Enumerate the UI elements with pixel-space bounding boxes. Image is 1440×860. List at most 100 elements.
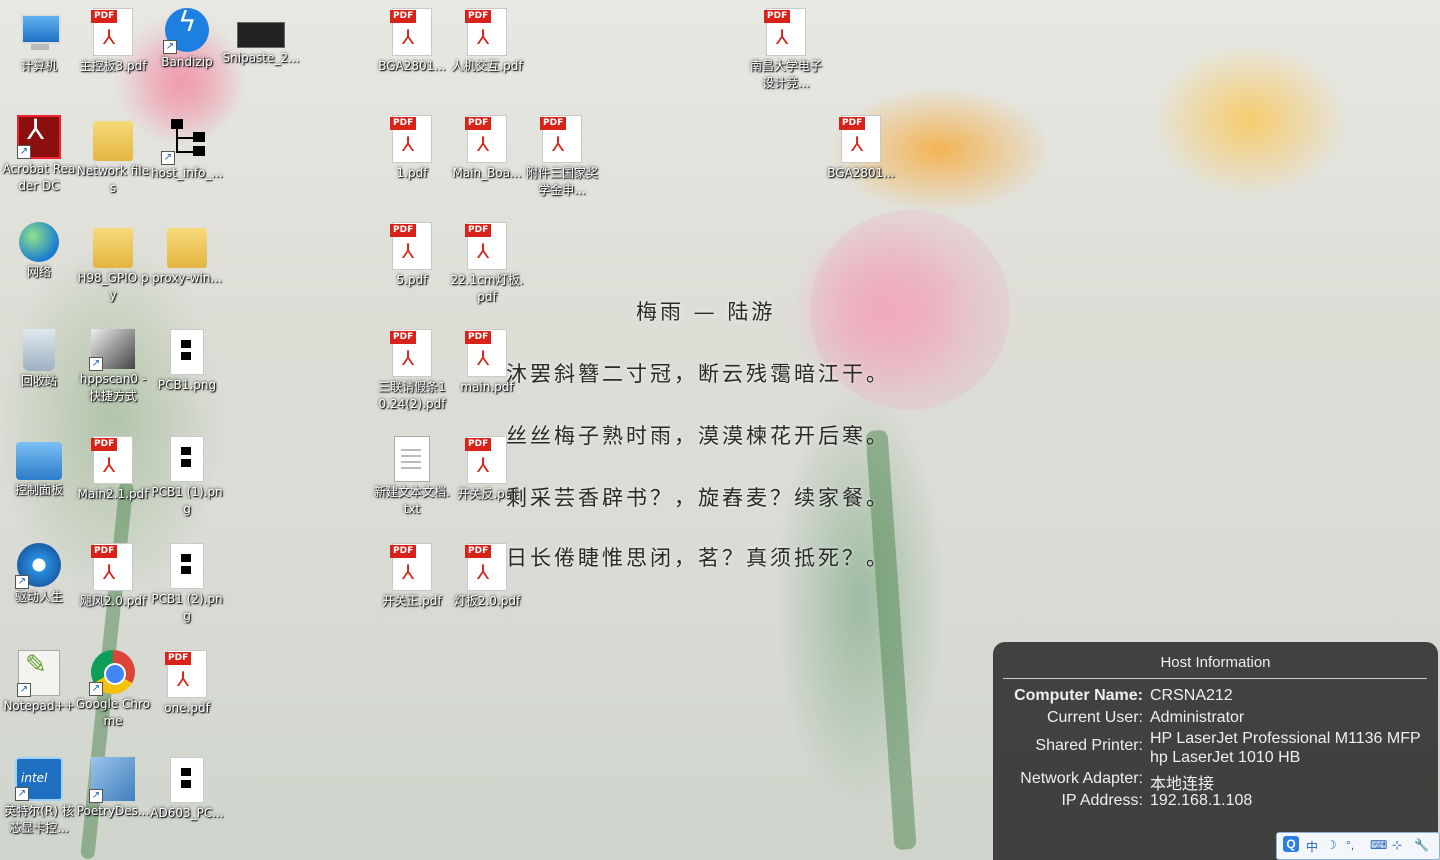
icon-label: one.pdf [164,701,210,715]
pdf-icon: PDF ⅄ [465,436,507,484]
network-adapter-value: 本地连接 [1150,776,1215,793]
ip-address-label: IP Address: [1061,792,1143,809]
desktop-icon-chrome[interactable]: ↗ Google Chrome [74,650,152,730]
tree-diagram-icon: ↗ [161,115,211,165]
keyboard-icon[interactable]: ⌨ [1370,838,1387,852]
icon-label: H98_GPIO py [77,271,149,302]
icon-label: 开关正.pdf [382,594,442,608]
icon-label: 主控板3.pdf [79,59,147,73]
icon-label: 计算机 [20,59,57,73]
icon-label: 飓风2.0.pdf [79,594,147,608]
chrome-icon: ↗ [89,650,135,696]
desktop-icon-pdf[interactable]: PDF ⅄ 人机交互.pdf [448,8,526,75]
desktop-icon-driver-life[interactable]: ↗ 驱动人生 [0,543,78,606]
desktop-icon-png[interactable]: AD603_PC... [148,757,226,822]
desktop-icon-pdf[interactable]: PDF ⅄ BGA2801... [373,8,451,75]
desktop-icon-pdf[interactable]: PDF ⅄ 飓风2.0.pdf [74,543,152,610]
desktop-icon-pdf[interactable]: PDF ⅄ Main2.1.pdf [74,436,152,503]
pdf-icon: PDF ⅄ [390,8,432,56]
icon-label: BGA2801... [827,166,895,180]
desktop-icon-pdf[interactable]: PDF ⅄ BGA2801... [822,115,900,182]
moon-icon[interactable]: ☽ [1326,838,1337,852]
icon-label: 新建文本文档.txt [374,485,450,516]
skin-icon[interactable]: ⊹ [1392,838,1402,852]
icon-label: 人机交互.pdf [451,59,523,73]
icon-label: BGA2801... [378,59,446,73]
desktop-icon-pdf[interactable]: PDF ⅄ 南昌大学电子设计竞... [747,8,825,92]
pdf-icon: PDF ⅄ [465,329,507,377]
pdf-icon: PDF ⅄ [465,543,507,591]
png-file-icon [170,329,204,375]
icon-label: 回收站 [20,374,57,388]
icon-label: 控制面板 [14,483,63,497]
pdf-icon: PDF ⅄ [390,115,432,163]
control-panel-icon [16,442,62,480]
desktop-icon-folder[interactable]: proxy-win... [148,222,226,287]
wrench-icon[interactable]: 🔧 [1414,838,1429,852]
icon-label: Network files [76,164,150,195]
desktop-icon-pdf[interactable]: PDF ⅄ 5.pdf [373,222,451,289]
network-adapter-label: Network Adapter: [1020,770,1143,787]
desktop-icon-computer[interactable]: 计算机 [0,8,78,75]
desktop-icon-acrobat-reader[interactable]: ⅄ ↗ Acrobat Reader DC [0,115,78,195]
computer-name-value: CRSNA212 [1150,687,1233,704]
icon-label: Acrobat Reader DC [2,162,76,193]
icon-label: AD603_PC... [150,806,224,820]
desktop-icon-png[interactable]: PCB1.png [148,329,226,394]
desktop-icon-pdf[interactable]: PDF ⅄ 1.pdf [373,115,451,182]
shared-printer-value: hp LaserJet 1010 HB [1150,749,1301,766]
icon-label: 英特尔(R) 核芯显卡控... [4,804,74,835]
punctuation-icon[interactable]: °, [1346,838,1354,852]
desktop-icon-notepadpp[interactable]: ✎ ↗ Notepad++ [0,650,78,715]
desktop-icon-pdf[interactable]: PDF ⅄ 三联请假条10.24(2).pdf [373,329,451,413]
bandizip-icon: ϟ ↗ [163,8,209,54]
icon-label: 1.pdf [396,166,428,180]
ime-toolbar[interactable]: Q 中 ☽ °, ⌨ ⊹ 🔧 [1276,832,1440,860]
icon-label: 南昌大学电子设计竞... [749,59,822,90]
pdf-icon: PDF ⅄ [91,8,133,56]
desktop-icon-network[interactable]: 网络 [0,222,78,281]
desktop-icon-folder[interactable]: H98_GPIO py [74,222,152,304]
image-thumbnail-icon [237,22,285,48]
computer-icon [15,8,63,56]
icon-label: 网络 [26,265,51,279]
icon-label: Notepad++ [3,699,75,713]
desktop-icon-png[interactable]: PCB1 (2).png [148,543,226,625]
desktop-icon-pdf[interactable]: PDF ⅄ 开关正.pdf [373,543,451,610]
desktop-icon-png[interactable]: PCB1 (1).png [148,436,226,518]
driver-gear-icon: ↗ [15,543,61,589]
desktop-icon-host-info[interactable]: ↗ host_info_... [148,115,226,182]
icon-label: PCB1.png [157,378,217,392]
pdf-icon: PDF ⅄ [390,222,432,270]
desktop-icon-pdf[interactable]: PDF ⅄ Main_Boa... [448,115,526,182]
icon-label: Main2.1.pdf [77,487,149,501]
pdf-icon: PDF ⅄ [540,115,582,163]
icon-label: 灯板2.0.pdf [453,594,521,608]
desktop-icon-hppscan[interactable]: ↗ hppscan0 - 快捷方式 [74,329,152,405]
notepadpp-icon: ✎ ↗ [17,650,60,697]
desktop-icon-folder[interactable]: Network files [74,115,152,197]
ip-address-value: 192.168.1.108 [1150,792,1253,809]
poem-line: 丝丝梅子熟时雨，漠漠楝花开后寒。 [506,424,890,448]
desktop-icon-pdf[interactable]: PDF ⅄ 附件三国家奖学金申... [523,115,601,199]
folder-icon [93,121,133,161]
desktop-icon-poetry[interactable]: ↗ PoetryDes... [74,757,152,820]
current-user-label: Current User: [1046,709,1143,726]
desktop-icon-pdf[interactable]: PDF ⅄ 22.1cm灯板.pdf [448,222,526,306]
desktop-icon-control-panel[interactable]: 控制面板 [0,436,78,499]
icon-label: PCB1 (1).png [151,485,223,516]
desktop-icon-snipaste[interactable]: Snipaste_2... [222,8,300,67]
desktop-icon-bandizip[interactable]: ϟ ↗ Bandizip [148,8,226,71]
desktop-icon-pdf[interactable]: PDF ⅄ 主控板3.pdf [74,8,152,75]
ime-logo-icon[interactable]: Q [1283,836,1299,852]
pdf-icon: PDF ⅄ [91,436,133,484]
desktop-icon-pdf[interactable]: PDF ⅄ one.pdf [148,650,226,717]
desktop-icon-txt[interactable]: 新建文本文档.txt [373,436,451,518]
desktop-icon-recycle-bin[interactable]: 回收站 [0,329,78,390]
desktop-icon-intel-graphics[interactable]: intel ↗ 英特尔(R) 核芯显卡控... [0,757,78,837]
icon-label: 附件三国家奖学金申... [525,166,598,197]
shared-printer-label: Shared Printer: [1035,737,1143,754]
ime-mode-toggle[interactable]: 中 [1306,838,1318,855]
poem-line: 日长倦睫惟思闭，茗？真须抵死？。 [506,546,890,570]
icon-label: hppscan0 - 快捷方式 [79,372,147,403]
